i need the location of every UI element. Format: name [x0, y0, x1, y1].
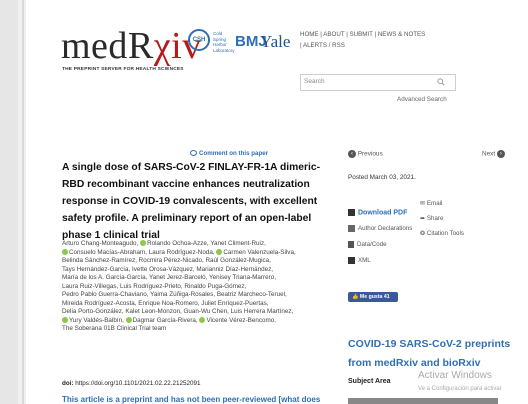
csh-logo-text: Cold Spring Harbor Laboratory	[213, 31, 235, 53]
posted-date: Posted March 03, 2021.	[348, 174, 416, 181]
author-declarations-link[interactable]: Author Declarations	[348, 225, 412, 232]
author[interactable]: Tays Hernández-García, Ivette Orosa-Vázq…	[62, 266, 273, 273]
author[interactable]: Mireida Rodríguez-Acosta, Enrique Noa-Ro…	[62, 300, 269, 307]
windows-activation-subtitle: Ve a Configuración para activar	[418, 386, 502, 392]
checkbox-icon	[348, 225, 355, 232]
nav-alerts[interactable]: ALERTS / RSS	[303, 42, 345, 49]
xml-icon	[348, 257, 355, 264]
share-link[interactable]: ➦ Share	[420, 215, 443, 222]
thumbs-up-icon: 👍	[352, 294, 359, 300]
author[interactable]: The Soberana 01B Clinical Trial team	[62, 325, 166, 332]
author[interactable]: Yury Valdés-Balbín,	[69, 317, 124, 324]
author[interactable]: Pedro Pablo Guerra-Chaviano, Yaima Zúñig…	[62, 291, 287, 298]
comment-link[interactable]: Comment on this paper	[190, 150, 268, 157]
gutter-divider	[22, 0, 24, 404]
medrxiv-logo[interactable]: medRχiv	[61, 24, 202, 68]
search-icon[interactable]	[437, 78, 445, 86]
facebook-like-button[interactable]: 👍 Me gusta 41	[348, 292, 398, 302]
pdf-icon	[348, 209, 355, 216]
author[interactable]: Laura Ruiz-Villegas, Luis Rodríguez-Prie…	[62, 283, 246, 290]
nav-home[interactable]: HOME	[300, 31, 319, 38]
file-icon	[348, 241, 354, 248]
email-link[interactable]: ✉ Email	[420, 200, 442, 207]
comment-icon	[190, 150, 197, 157]
download-pdf-button[interactable]: Download PDF	[348, 209, 407, 216]
nav-news[interactable]: NEWS & NOTES	[378, 31, 425, 38]
orcid-icon[interactable]	[140, 240, 147, 247]
envelope-icon: ✉	[420, 200, 426, 207]
nav-submit[interactable]: SUBMIT	[350, 31, 373, 38]
xml-link[interactable]: XML	[348, 257, 371, 264]
subject-area-heading: Subject Area	[348, 378, 391, 385]
csh-logo[interactable]: CSH	[188, 29, 210, 51]
author[interactable]: Yanet Climent-Ruiz,	[210, 240, 266, 247]
author[interactable]: Carmen Valenzuela-Silva,	[223, 249, 295, 256]
author-list: Arturo Chang-Monteagudo, Rolando Ochoa-A…	[62, 240, 342, 334]
next-link[interactable]: Next ›	[482, 150, 505, 158]
subject-area-bar[interactable]	[348, 398, 498, 404]
doi-line: doi: https://doi.org/10.1101/2021.02.22.…	[62, 380, 201, 387]
orcid-icon[interactable]	[125, 316, 132, 323]
collections-heading[interactable]: COVID-19 SARS-CoV-2 preprints from medRx…	[348, 335, 528, 373]
gutter-inner	[0, 0, 18, 404]
previous-link[interactable]: ‹ Previous	[348, 150, 383, 158]
orcid-icon[interactable]	[216, 248, 223, 255]
citation-icon: ❂	[420, 230, 426, 237]
author[interactable]: Delia Porto-González, Kalet Leon-Monzon,…	[62, 308, 293, 315]
orcid-icon[interactable]	[62, 248, 68, 255]
logo-tagline: THE PREPRINT SERVER FOR HEALTH SCIENCES	[62, 67, 184, 72]
author[interactable]: Dagmar García-Rivera,	[133, 317, 198, 324]
author[interactable]: Vicente Vérez-Bencomo,	[206, 317, 276, 324]
search-input[interactable]: Search	[300, 74, 456, 91]
article-title: A single dose of SARS-CoV-2 FINLAY-FR-1A…	[62, 162, 321, 241]
yale-logo[interactable]: Yale	[260, 32, 290, 52]
search-placeholder: Search	[304, 78, 325, 85]
author[interactable]: Arturo Chang-Monteagudo,	[62, 240, 138, 247]
chevron-right-icon: ›	[496, 150, 505, 158]
orcid-icon[interactable]	[62, 316, 68, 323]
preprint-notice[interactable]: This article is a preprint and has not b…	[62, 395, 320, 404]
windows-activation-title: Activar Windows	[418, 370, 492, 381]
share-icon: ➦	[420, 215, 426, 222]
browser-left-gutter	[0, 0, 26, 404]
doi-link[interactable]: https://doi.org/10.1101/2021.02.22.21252…	[75, 380, 200, 387]
author[interactable]: Consuelo Macías-Abraham, Laura Rodríguez…	[69, 249, 215, 256]
nav-about[interactable]: ABOUT	[323, 31, 344, 38]
author[interactable]: Rolando Ochoa-Azze,	[147, 240, 209, 247]
chevron-left-icon: ‹	[348, 150, 356, 158]
author[interactable]: María de los A. García-García, Yanet Jer…	[62, 274, 276, 281]
citation-tools-link[interactable]: ❂ Citation Tools	[420, 230, 464, 237]
author[interactable]: Belinda Sánchez-Ramírez, Rocmira Pérez-N…	[62, 257, 271, 264]
data-code-link[interactable]: Data/Code	[348, 241, 387, 248]
orcid-icon[interactable]	[199, 316, 206, 323]
top-nav: HOME | ABOUT | SUBMIT | NEWS & NOTES | A…	[300, 31, 426, 49]
advanced-search-link[interactable]: Advanced Search	[397, 96, 447, 103]
